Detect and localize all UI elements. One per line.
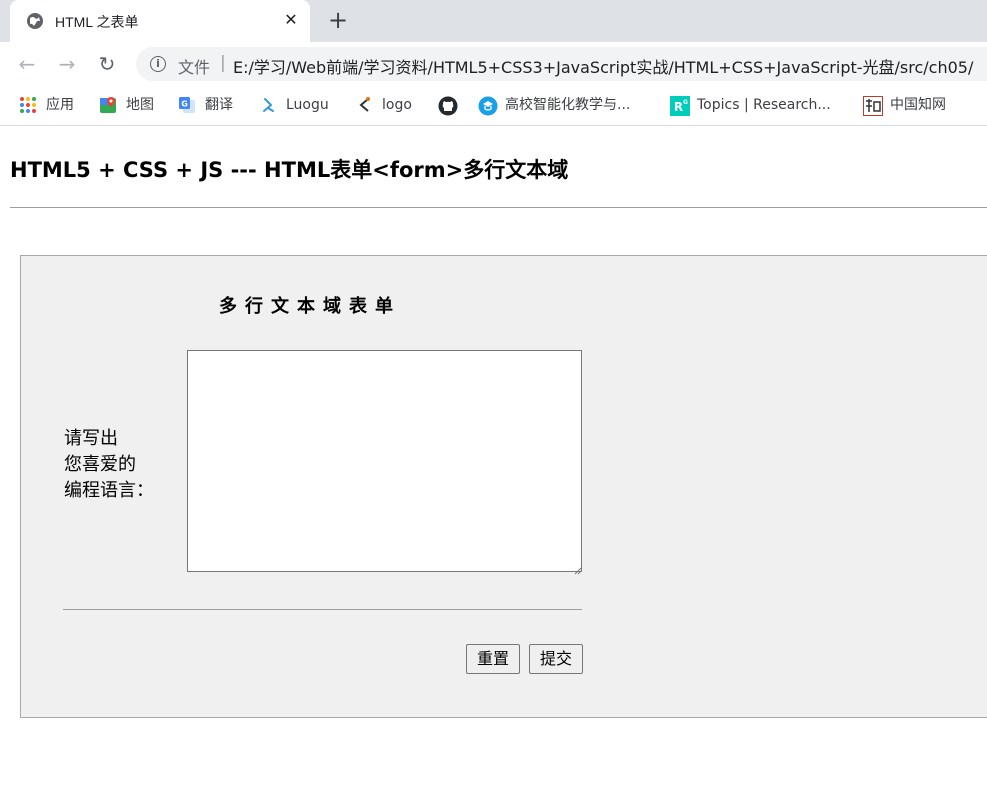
bookmark-luogu[interactable]: Luogu: [259, 95, 329, 115]
bookmark-label: 应用: [46, 97, 74, 113]
bookmark-label: Luogu: [286, 97, 329, 113]
bookmark-label: Topics | Research...: [697, 97, 831, 113]
form-divider: [63, 609, 582, 610]
cnki-icon: [863, 96, 883, 116]
apps-grid-icon: [19, 96, 37, 114]
textarea-form: 多行文本域表单 请写出 您喜爱的 编程语言： 重置 提交: [20, 255, 987, 718]
reset-button[interactable]: 重置: [466, 644, 520, 674]
textarea-label-line: 您喜爱的: [64, 454, 136, 475]
bookmark-researchgate[interactable]: R G Topics | Research...: [670, 95, 831, 116]
bookmark-translate[interactable]: G 翻译: [178, 95, 233, 115]
svg-text:G: G: [683, 99, 688, 106]
translate-icon: G: [178, 96, 196, 114]
textarea-label-line: 编程语言：: [64, 480, 154, 501]
reload-button[interactable]: ↻: [95, 52, 119, 76]
bookmark-label: 高校智能化教学与...: [505, 97, 631, 113]
luogu-icon: [259, 96, 277, 114]
tab-strip: HTML 之表单 ✕ +: [0, 0, 987, 42]
bookmark-label: logo: [382, 97, 412, 113]
bookmark-education[interactable]: 高校智能化教学与...: [478, 95, 631, 116]
svg-text:R: R: [674, 100, 683, 114]
title-divider: [10, 207, 987, 208]
logo-icon: [355, 96, 373, 114]
language-textarea[interactable]: [187, 350, 582, 572]
svg-text:G: G: [181, 100, 188, 109]
browser-tab[interactable]: HTML 之表单 ✕: [10, 0, 310, 42]
bookmark-label: 地图: [126, 97, 154, 113]
page-title: HTML5 + CSS + JS --- HTML表单<form>多行文本域: [10, 158, 569, 182]
bookmark-logo[interactable]: logo: [355, 95, 412, 115]
maps-icon: [99, 96, 117, 114]
new-tab-button[interactable]: +: [325, 8, 351, 34]
bookmark-maps[interactable]: 地图: [99, 95, 154, 115]
info-icon[interactable]: i: [150, 56, 166, 72]
forward-button[interactable]: →: [55, 52, 79, 76]
bookmark-label: 翻译: [205, 97, 233, 113]
bookmark-apps[interactable]: 应用: [19, 95, 74, 115]
close-icon[interactable]: ✕: [281, 10, 301, 30]
url-text[interactable]: E:/学习/Web前端/学习资料/HTML5+CSS3+JavaScript实战…: [233, 54, 973, 78]
tab-title: HTML 之表单: [55, 14, 139, 30]
textarea-label-line: 请写出: [64, 428, 118, 449]
submit-button[interactable]: 提交: [529, 644, 583, 674]
bookmarks-bar: 应用 地图 G 翻译 Luogu logo 高校智能化教学与... R G To…: [0, 86, 987, 126]
globe-icon: [26, 12, 44, 30]
resize-grip-icon[interactable]: [572, 560, 582, 575]
form-heading: 多行文本域表单: [219, 296, 401, 317]
address-bar[interactable]: i 文件 | E:/学习/Web前端/学习资料/HTML5+CSS3+JavaS…: [136, 47, 987, 81]
browser-toolbar: ← → ↻ i 文件 | E:/学习/Web前端/学习资料/HTML5+CSS3…: [0, 42, 987, 86]
bookmark-github[interactable]: [438, 95, 465, 116]
education-icon: [478, 96, 498, 116]
bookmark-cnki[interactable]: 中国知网: [863, 95, 946, 116]
bookmark-label: 中国知网: [890, 97, 946, 113]
researchgate-icon: R G: [670, 96, 690, 116]
back-button[interactable]: ←: [15, 52, 39, 76]
omnibox-separator: |: [220, 53, 226, 73]
file-scheme-label: 文件: [178, 58, 211, 77]
github-icon: [438, 96, 458, 116]
textarea-label: 请写出 您喜爱的 编程语言：: [64, 426, 174, 504]
